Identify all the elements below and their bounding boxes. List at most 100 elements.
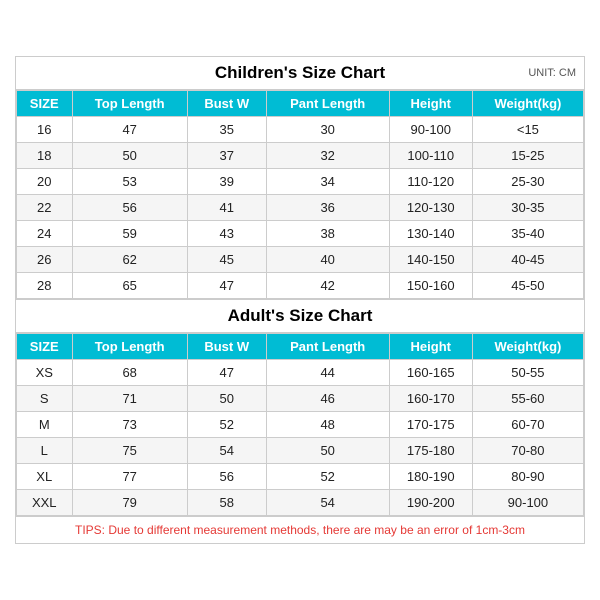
table-cell: 45 <box>187 247 266 273</box>
table-cell: L <box>17 438 73 464</box>
adult-col-pantlength: Pant Length <box>266 334 389 360</box>
children-table-body: 1647353090-100<1518503732100-11015-25205… <box>17 117 584 299</box>
table-cell: 160-165 <box>389 360 472 386</box>
table-cell: 38 <box>266 221 389 247</box>
table-cell: 56 <box>187 464 266 490</box>
table-row: XXL795854190-20090-100 <box>17 490 584 516</box>
table-cell: 190-200 <box>389 490 472 516</box>
table-cell: 77 <box>72 464 187 490</box>
tips-text: TIPS: Due to different measurement metho… <box>75 523 525 537</box>
table-cell: 54 <box>187 438 266 464</box>
table-cell: 110-120 <box>389 169 472 195</box>
table-cell: 100-110 <box>389 143 472 169</box>
table-cell: 75 <box>72 438 187 464</box>
table-cell: 32 <box>266 143 389 169</box>
table-cell: 41 <box>187 195 266 221</box>
table-cell: 90-100 <box>389 117 472 143</box>
table-cell: 55-60 <box>472 386 583 412</box>
children-col-bustw: Bust W <box>187 91 266 117</box>
table-cell: 53 <box>72 169 187 195</box>
table-cell: 42 <box>266 273 389 299</box>
adult-table-head: SIZE Top Length Bust W Pant Length Heigh… <box>17 334 584 360</box>
table-row: XL775652180-19080-90 <box>17 464 584 490</box>
table-row: 28654742150-16045-50 <box>17 273 584 299</box>
children-title-row: Children's Size Chart UNIT: CM <box>16 57 584 90</box>
table-cell: 50 <box>187 386 266 412</box>
table-cell: 47 <box>187 360 266 386</box>
adult-title-row: Adult's Size Chart <box>16 299 584 333</box>
children-title: Children's Size Chart <box>215 63 385 83</box>
table-cell: 59 <box>72 221 187 247</box>
table-cell: 170-175 <box>389 412 472 438</box>
table-cell: 47 <box>72 117 187 143</box>
table-cell: 62 <box>72 247 187 273</box>
adult-col-size: SIZE <box>17 334 73 360</box>
table-cell: 28 <box>17 273 73 299</box>
table-cell: 43 <box>187 221 266 247</box>
children-col-toplength: Top Length <box>72 91 187 117</box>
table-cell: XL <box>17 464 73 490</box>
table-row: 24594338130-14035-40 <box>17 221 584 247</box>
children-col-pantlength: Pant Length <box>266 91 389 117</box>
table-cell: 80-90 <box>472 464 583 490</box>
children-header-row: SIZE Top Length Bust W Pant Length Heigh… <box>17 91 584 117</box>
table-cell: 34 <box>266 169 389 195</box>
table-cell: 35-40 <box>472 221 583 247</box>
adult-col-weight: Weight(kg) <box>472 334 583 360</box>
table-cell: 20 <box>17 169 73 195</box>
table-row: 1647353090-100<15 <box>17 117 584 143</box>
table-cell: 40-45 <box>472 247 583 273</box>
table-cell: 22 <box>17 195 73 221</box>
children-col-size: SIZE <box>17 91 73 117</box>
table-cell: 50 <box>72 143 187 169</box>
table-row: M735248170-17560-70 <box>17 412 584 438</box>
table-cell: XXL <box>17 490 73 516</box>
adult-col-toplength: Top Length <box>72 334 187 360</box>
table-cell: 90-100 <box>472 490 583 516</box>
table-cell: 150-160 <box>389 273 472 299</box>
table-cell: 58 <box>187 490 266 516</box>
table-cell: 71 <box>72 386 187 412</box>
table-cell: 65 <box>72 273 187 299</box>
adult-table-body: XS684744160-16550-55S715046160-17055-60M… <box>17 360 584 516</box>
table-cell: <15 <box>472 117 583 143</box>
table-cell: 50 <box>266 438 389 464</box>
table-cell: 35 <box>187 117 266 143</box>
table-row: 18503732100-11015-25 <box>17 143 584 169</box>
table-cell: XS <box>17 360 73 386</box>
table-row: L755450175-18070-80 <box>17 438 584 464</box>
table-cell: 16 <box>17 117 73 143</box>
table-cell: 24 <box>17 221 73 247</box>
table-cell: 39 <box>187 169 266 195</box>
children-table: SIZE Top Length Bust W Pant Length Heigh… <box>16 90 584 299</box>
table-cell: 37 <box>187 143 266 169</box>
table-cell: 44 <box>266 360 389 386</box>
table-cell: 18 <box>17 143 73 169</box>
table-cell: 175-180 <box>389 438 472 464</box>
table-cell: 47 <box>187 273 266 299</box>
table-cell: 56 <box>72 195 187 221</box>
adult-table: SIZE Top Length Bust W Pant Length Heigh… <box>16 333 584 516</box>
adult-header-row: SIZE Top Length Bust W Pant Length Heigh… <box>17 334 584 360</box>
table-cell: 73 <box>72 412 187 438</box>
table-cell: 15-25 <box>472 143 583 169</box>
table-cell: 36 <box>266 195 389 221</box>
table-cell: 120-130 <box>389 195 472 221</box>
table-cell: 40 <box>266 247 389 273</box>
table-cell: 140-150 <box>389 247 472 273</box>
table-cell: 130-140 <box>389 221 472 247</box>
children-col-weight: Weight(kg) <box>472 91 583 117</box>
children-col-height: Height <box>389 91 472 117</box>
table-cell: 180-190 <box>389 464 472 490</box>
table-cell: 46 <box>266 386 389 412</box>
adult-col-bustw: Bust W <box>187 334 266 360</box>
adult-col-height: Height <box>389 334 472 360</box>
table-cell: 79 <box>72 490 187 516</box>
children-table-head: SIZE Top Length Bust W Pant Length Heigh… <box>17 91 584 117</box>
table-cell: 160-170 <box>389 386 472 412</box>
table-row: S715046160-17055-60 <box>17 386 584 412</box>
table-cell: M <box>17 412 73 438</box>
table-row: 22564136120-13030-35 <box>17 195 584 221</box>
size-chart-container: Children's Size Chart UNIT: CM SIZE Top … <box>15 56 585 544</box>
table-row: XS684744160-16550-55 <box>17 360 584 386</box>
